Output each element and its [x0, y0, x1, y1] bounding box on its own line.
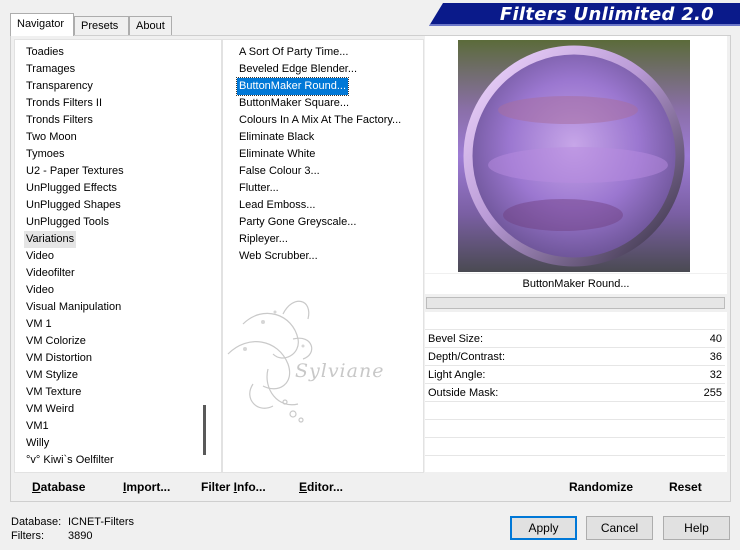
param-value: 36	[709, 351, 722, 363]
category-item[interactable]: Toadies	[24, 44, 66, 61]
preview-area	[425, 36, 727, 273]
filter-info-label-end: nfo...	[237, 480, 266, 494]
watermark-logo: Sylviane	[223, 294, 393, 424]
filter-item[interactable]: Colours In A Mix At The Factory...	[237, 112, 403, 129]
tab-about-label: About	[136, 20, 165, 32]
category-item[interactable]: °v° Kiwi`s Oelfilter	[24, 452, 116, 469]
randomize-button[interactable]: Randomize	[569, 480, 633, 494]
category-item[interactable]: Variations	[24, 231, 77, 248]
param-depth-contrast[interactable]: Depth/Contrast: 36	[425, 348, 725, 366]
category-item[interactable]: Two Moon	[24, 129, 79, 146]
category-item[interactable]: VM Colorize	[24, 333, 88, 350]
param-value: 255	[703, 387, 722, 399]
tab-presets[interactable]: Presets	[74, 16, 129, 36]
status-filters-label: Filters:	[11, 530, 44, 542]
filter-info-label-start: Filter	[201, 480, 234, 494]
help-button[interactable]: Help	[663, 516, 730, 540]
filter-item[interactable]: Eliminate White	[237, 146, 317, 163]
status-database-value: ICNET-Filters	[68, 516, 134, 528]
category-list[interactable]: Toadies Tramages Transparency Tronds Filter…	[14, 39, 222, 473]
tab-navigator-label: Navigator	[17, 18, 65, 30]
tab-navigator[interactable]: Navigator	[10, 13, 74, 36]
status-filters-value: 3890	[68, 530, 93, 542]
filter-item[interactable]: Web Scrubber...	[237, 248, 320, 265]
category-item[interactable]: Video	[24, 282, 56, 299]
import-button[interactable]: Import...	[123, 480, 170, 494]
filter-info-button[interactable]: Filter Info...	[201, 480, 266, 494]
category-item[interactable]: UnPlugged Effects	[24, 180, 119, 197]
tab-about[interactable]: About	[129, 16, 172, 36]
param-label: Outside Mask:	[428, 387, 499, 399]
category-item[interactable]: Tramages	[24, 61, 77, 78]
category-item[interactable]: VM1	[24, 418, 51, 435]
filter-item[interactable]: False Colour 3...	[237, 163, 322, 180]
watermark-text: Sylviane	[295, 360, 385, 382]
app-title: Filters Unlimited 2.0	[499, 4, 714, 25]
database-label: atabase	[40, 480, 86, 494]
editor-label: ditor...	[307, 480, 344, 494]
category-item[interactable]: Tymoes	[24, 146, 67, 163]
category-item[interactable]: VM Weird	[24, 401, 76, 418]
param-bevel-size[interactable]: Bevel Size: 40	[425, 330, 725, 348]
category-item[interactable]: VM Texture	[24, 384, 83, 401]
param-empty-row	[425, 438, 725, 456]
database-button[interactable]: Database	[32, 480, 85, 494]
apply-button[interactable]: Apply	[510, 516, 577, 540]
param-spacer	[425, 312, 725, 330]
preview-image	[458, 40, 690, 272]
category-item[interactable]: Transparency	[24, 78, 95, 95]
category-item[interactable]: Visual Manipulation	[24, 299, 123, 316]
filter-item[interactable]: Flutter...	[237, 180, 281, 197]
category-item[interactable]: U2 - Paper Textures	[24, 163, 126, 180]
category-item[interactable]: VM 1	[24, 316, 54, 333]
parameter-list: Bevel Size: 40 Depth/Contrast: 36 Light …	[425, 312, 727, 472]
param-value: 32	[709, 369, 722, 381]
category-scrollbar-thumb[interactable]	[203, 405, 206, 455]
database-status: Database: ICNET-Filters Filters: 3890	[11, 515, 134, 543]
param-outside-mask[interactable]: Outside Mask: 255	[425, 384, 725, 402]
filter-item[interactable]: ButtonMaker Square...	[237, 95, 351, 112]
filter-item[interactable]: Beveled Edge Blender...	[237, 61, 359, 78]
category-item[interactable]: VM Distortion	[24, 350, 94, 367]
editor-button[interactable]: Editor...	[299, 480, 343, 494]
param-empty-row	[425, 420, 725, 438]
category-item[interactable]: Willy	[24, 435, 51, 452]
category-item[interactable]: Tronds Filters II	[24, 95, 104, 112]
title-banner: Filters Unlimited 2.0	[429, 3, 740, 26]
selected-filter-name: ButtonMaker Round...	[425, 274, 727, 294]
navigator-toolbar: Database Import... Filter Info... Editor…	[11, 474, 732, 502]
import-label: mport...	[126, 480, 171, 494]
filter-item[interactable]: ButtonMaker Round...	[235, 77, 350, 96]
param-label: Light Angle:	[428, 369, 486, 381]
param-light-angle[interactable]: Light Angle: 32	[425, 366, 725, 384]
database-mnemonic: D	[32, 480, 41, 494]
param-empty-row	[425, 402, 725, 420]
param-label: Depth/Contrast:	[428, 351, 506, 363]
param-label: Bevel Size:	[428, 333, 484, 345]
filter-item[interactable]: Lead Emboss...	[237, 197, 317, 214]
filter-item[interactable]: A Sort Of Party Time...	[237, 44, 350, 61]
filter-item[interactable]: Ripleyer...	[237, 231, 290, 248]
category-item[interactable]: UnPlugged Tools	[24, 214, 111, 231]
watermark-flourish-icon	[227, 300, 313, 423]
cancel-button[interactable]: Cancel	[586, 516, 653, 540]
category-item[interactable]: Tronds Filters	[24, 112, 95, 129]
param-value: 40	[709, 333, 722, 345]
category-item[interactable]: Video	[24, 248, 56, 265]
category-item[interactable]: UnPlugged Shapes	[24, 197, 123, 214]
tab-presets-label: Presets	[81, 20, 119, 32]
category-item[interactable]: VM Stylize	[24, 367, 80, 384]
progress-bar	[426, 297, 725, 309]
filter-item[interactable]: Eliminate Black	[237, 129, 316, 146]
status-database-label: Database:	[11, 516, 62, 528]
category-scrollbar[interactable]	[211, 40, 221, 472]
category-item[interactable]: Videofilter	[24, 265, 77, 282]
navigator-panel: Toadies Tramages Transparency Tronds Filter…	[10, 35, 731, 502]
filter-item[interactable]: Party Gone Greyscale...	[237, 214, 358, 231]
reset-button[interactable]: Reset	[669, 480, 702, 494]
filter-list[interactable]: A Sort Of Party Time... Beveled Edge Blen…	[222, 39, 424, 473]
editor-mnemonic: E	[299, 480, 308, 494]
